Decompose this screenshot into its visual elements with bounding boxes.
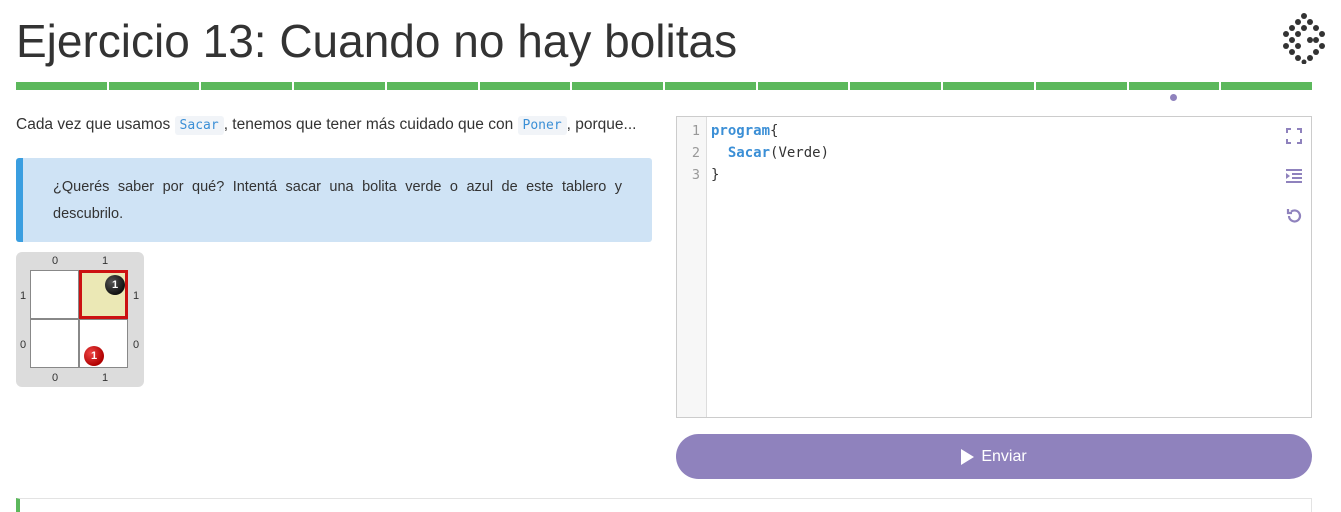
board-row-label-left-1: 1 [20,290,27,302]
line-number: 1 [691,123,700,139]
board-cell [30,270,79,319]
code-text: } [711,167,720,183]
code-text: (Verde) [770,145,830,161]
progress-segment[interactable] [294,82,385,90]
progress-segment[interactable] [1128,82,1220,90]
exercise-intro: Cada vez que usamos Sacar, tenemos que t… [16,116,637,135]
red-ball-icon: 1 [84,346,104,366]
code-poner: Poner [517,116,567,135]
editor-gutter: 1 2 3 [677,117,707,417]
hint-callout: ¿Querés saber por qué? Intentá sacar una… [16,158,652,242]
progress-segment[interactable] [1035,82,1127,90]
send-button[interactable]: Enviar [676,434,1312,479]
code-line[interactable]: program{ [711,123,778,139]
line-number: 2 [691,145,700,161]
fullscreen-icon[interactable] [1285,127,1303,145]
line-number: 3 [691,167,700,183]
board-col-label-bottom-1: 1 [102,372,109,384]
board-row-label-left-0: 0 [20,339,27,351]
undo-icon[interactable] [1285,207,1303,225]
page-title: Ejercicio 13: Cuando no hay bolitas [16,15,738,67]
code-sacar: Sacar [174,116,224,135]
board-cell-head: 1 [79,270,128,319]
progress-segment[interactable] [850,82,942,90]
board-cell: 1 [79,319,128,368]
intro-text-middle: , tenemos que tener más cuidado que con [223,116,514,133]
code-editor[interactable]: 1 2 3 program{ Sacar(Verde) } [676,116,1312,418]
code-keyword: program [711,123,771,139]
board-row-label-right-0: 0 [133,339,140,351]
indent-icon[interactable] [1285,167,1303,185]
ball-count: 1 [111,279,119,291]
gobstones-board: 0 1 1 0 1 0 0 1 1 1 [16,252,144,387]
code-text: { [770,123,779,139]
code-function: Sacar [727,145,771,161]
mumuki-logo-icon[interactable] [1281,12,1327,65]
exercise-progress-bar [16,82,1313,90]
progress-segment[interactable] [943,82,1034,90]
progress-segment[interactable] [16,82,107,90]
progress-segment[interactable] [386,82,478,90]
progress-segment[interactable] [201,82,293,90]
board-col-label-bottom-0: 0 [52,372,59,384]
board-row-label-right-1: 1 [133,290,140,302]
progress-segment[interactable] [665,82,756,90]
progress-segment[interactable] [572,82,664,90]
board-col-label-top-1: 1 [102,255,109,267]
progress-segment[interactable] [479,82,571,90]
board-cell [30,319,79,368]
code-line[interactable]: } [711,167,719,183]
progress-segment[interactable] [108,82,200,90]
black-ball-icon: 1 [105,275,125,295]
ball-count: 1 [90,350,98,362]
current-exercise-indicator [1170,94,1178,101]
send-button-label: Enviar [981,447,1027,465]
progress-segment[interactable] [757,82,849,90]
result-panel [16,498,1312,512]
intro-text-before: Cada vez que usamos [16,116,171,133]
progress-segment[interactable] [1221,82,1313,90]
board-col-label-top-0: 0 [52,255,59,267]
hint-text: ¿Querés saber por qué? Intentá sacar una… [53,179,622,222]
intro-text-after: , porque... [566,116,637,133]
code-line[interactable]: Sacar(Verde) [711,145,829,161]
play-icon [961,448,975,465]
